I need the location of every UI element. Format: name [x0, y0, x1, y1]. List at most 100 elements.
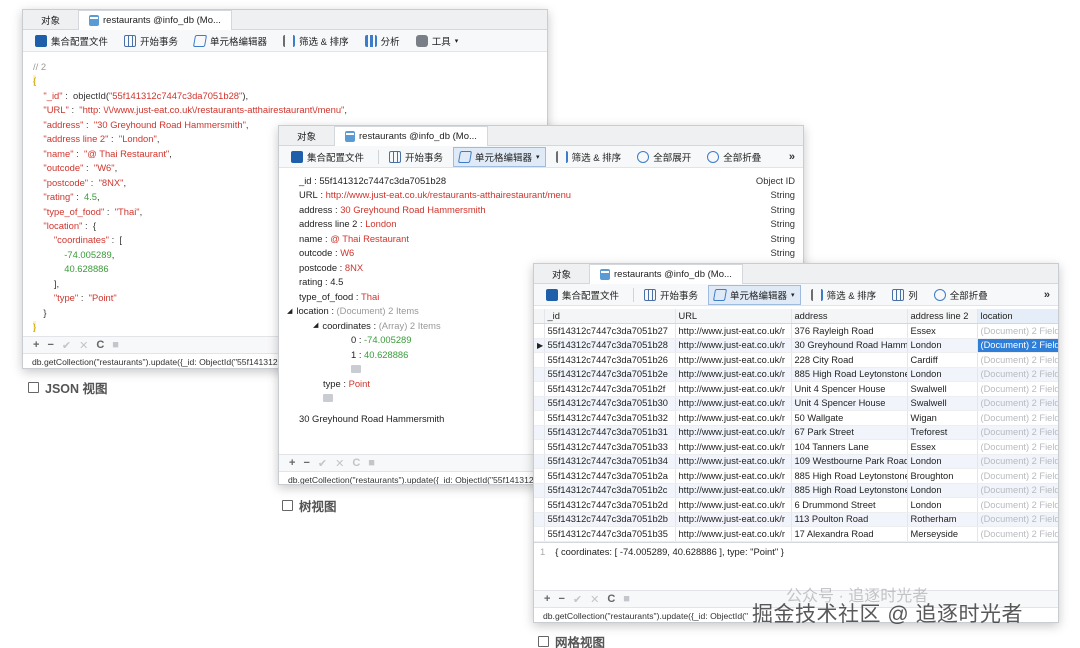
row-marker[interactable]	[534, 396, 545, 411]
table-row[interactable]: 55f14312c7447c3da7051b35 http://www.just-…	[534, 526, 1058, 542]
table-row[interactable]: 55f14312c7447c3da7051b2d http://www.just-…	[534, 497, 1058, 513]
table-cell[interactable]: 55f14312c7447c3da7051b33	[544, 439, 676, 455]
table-cell[interactable]: (Document) 2 Fields	[977, 396, 1058, 411]
table-cell[interactable]: (Document) 2 Fields	[977, 483, 1058, 498]
table-row[interactable]: 55f14312c7447c3da7051b2c http://www.just-…	[534, 483, 1058, 498]
table-cell[interactable]: Unit 4 Spencer House	[791, 396, 908, 411]
collection-profile-button[interactable]: 集合配置文件	[285, 147, 370, 167]
table-row[interactable]: 55f14312c7447c3da7051b2b http://www.just-…	[534, 512, 1058, 527]
tree-row[interactable]: outcode : W6 String	[279, 246, 803, 261]
collection-profile-button[interactable]: 集合配置文件	[540, 285, 625, 305]
analyze-button[interactable]: 分析	[359, 31, 406, 51]
table-cell[interactable]: London	[907, 367, 978, 382]
table-cell[interactable]: 55f14312c7447c3da7051b2f	[544, 381, 676, 397]
table-cell[interactable]: 55f14312c7447c3da7051b2b	[544, 512, 676, 527]
row-marker[interactable]	[534, 381, 545, 397]
expand-all-button[interactable]: 全部展开	[631, 147, 697, 167]
cancel-button[interactable]: ✕	[590, 593, 599, 606]
table-cell[interactable]: http://www.just-eat.co.uk/r	[675, 396, 792, 411]
table-row[interactable]: 55f14312c7447c3da7051b30 http://www.just-…	[534, 396, 1058, 411]
table-cell[interactable]: Swalwell	[907, 381, 978, 397]
table-cell[interactable]: http://www.just-eat.co.uk/r	[675, 352, 792, 368]
table-cell[interactable]: London	[907, 454, 978, 469]
table-row[interactable]: 55f14312c7447c3da7051b34 http://www.just-…	[534, 454, 1058, 469]
stop-button[interactable]: ■	[623, 593, 630, 605]
table-cell[interactable]: 885 High Road Leytonstone	[791, 468, 908, 484]
row-marker[interactable]	[534, 425, 545, 440]
table-cell[interactable]: http://www.just-eat.co.uk/r	[675, 454, 792, 469]
table-cell[interactable]: Treforest	[907, 425, 978, 440]
table-cell[interactable]: 55f14312c7447c3da7051b2a	[544, 468, 676, 484]
table-cell[interactable]: http://www.just-eat.co.uk/r	[675, 483, 792, 498]
table-row[interactable]: 55f14312c7447c3da7051b2e http://www.just-…	[534, 367, 1058, 382]
row-marker[interactable]	[534, 483, 545, 498]
table-cell[interactable]: (Document) 2 Fields	[977, 410, 1058, 426]
column-header[interactable]: URL	[675, 309, 792, 324]
more-icon[interactable]: »	[1044, 289, 1050, 301]
table-cell[interactable]: 55f14312c7447c3da7051b32	[544, 410, 676, 426]
table-cell[interactable]: Unit 4 Spencer House	[791, 381, 908, 397]
tree-row[interactable]: _id : 55f141312c7447c3da7051b28 Object ID	[279, 173, 803, 188]
table-cell[interactable]: (Document) 2 Fields	[977, 425, 1058, 440]
row-marker[interactable]	[534, 367, 545, 382]
apply-button[interactable]: ✔	[318, 457, 327, 470]
table-cell[interactable]: Merseyside	[907, 526, 978, 542]
row-marker[interactable]	[534, 468, 545, 484]
table-cell[interactable]: Wigan	[907, 410, 978, 426]
stop-button[interactable]: ■	[368, 457, 375, 469]
apply-button[interactable]: ✔	[573, 593, 582, 606]
row-marker[interactable]	[534, 526, 545, 542]
table-cell[interactable]: 55f14312c7447c3da7051b27	[544, 323, 676, 339]
stop-button[interactable]: ■	[112, 339, 119, 351]
table-cell[interactable]: http://www.just-eat.co.uk/r	[675, 497, 792, 513]
apply-button[interactable]: ✔	[62, 339, 71, 352]
table-cell[interactable]: 55f14312c7447c3da7051b30	[544, 396, 676, 411]
table-row[interactable]: 55f14312c7447c3da7051b2f http://www.just-…	[534, 381, 1058, 397]
table-cell[interactable]: 55f14312c7447c3da7051b26	[544, 352, 676, 368]
add-button[interactable]: +	[33, 339, 39, 351]
table-row[interactable]: 55f14312c7447c3da7051b32 http://www.just-…	[534, 410, 1058, 426]
table-cell[interactable]: http://www.just-eat.co.uk/r	[675, 410, 792, 426]
table-cell[interactable]: (Document) 2 Fields	[977, 468, 1058, 484]
column-header[interactable]: address	[791, 309, 908, 324]
table-cell[interactable]: (Document) 2 Fields	[977, 367, 1058, 382]
collapse-all-button[interactable]: 全部折叠	[701, 147, 767, 167]
filter-sort-button[interactable]: 筛选 & 排序	[805, 285, 883, 305]
collapse-arrow-icon[interactable]: ◢	[313, 321, 318, 329]
table-cell[interactable]: 104 Tanners Lane	[791, 439, 908, 455]
table-cell[interactable]: 55f14312c7447c3da7051b2e	[544, 367, 676, 382]
cell-editor-button[interactable]: 单元格编辑器	[188, 31, 273, 51]
begin-transaction-button[interactable]: 开始事务	[118, 31, 184, 51]
table-cell[interactable]: (Document) 2 Fields	[977, 454, 1058, 469]
columns-button[interactable]: 列	[886, 285, 924, 305]
row-marker[interactable]	[534, 512, 545, 527]
cell-editor-button[interactable]: 单元格编辑器 ▾	[453, 146, 546, 167]
tab-object[interactable]: 对象	[23, 10, 78, 29]
table-row[interactable]: 55f14312c7447c3da7051b33 http://www.just-…	[534, 439, 1058, 455]
filter-sort-button[interactable]: 筛选 & 排序	[277, 31, 355, 51]
table-cell[interactable]: Essex	[907, 323, 978, 339]
table-cell[interactable]: 109 Westbourne Park Road	[791, 454, 908, 469]
tree-row[interactable]: address line 2 : London String	[279, 217, 803, 232]
table-row[interactable]: 55f14312c7447c3da7051b31 http://www.just-…	[534, 425, 1058, 440]
table-cell[interactable]: Essex	[907, 439, 978, 455]
collapse-all-button[interactable]: 全部折叠	[928, 285, 994, 305]
column-header[interactable]: _id	[544, 309, 676, 324]
table-cell[interactable]: 67 Park Street	[791, 425, 908, 440]
table-cell[interactable]: 30 Greyhound Road Hamm	[791, 338, 908, 353]
table-cell[interactable]: http://www.just-eat.co.uk/r	[675, 338, 792, 353]
collection-profile-button[interactable]: 集合配置文件	[29, 31, 114, 51]
table-cell[interactable]: 885 High Road Leytonstone	[791, 483, 908, 498]
table-cell[interactable]: http://www.just-eat.co.uk/r	[675, 367, 792, 382]
refresh-button[interactable]: C	[352, 457, 360, 469]
tab-object[interactable]: 对象	[534, 264, 589, 283]
tree-row[interactable]: address : 30 Greyhound Road Hammersmith S…	[279, 202, 803, 217]
remove-button[interactable]: −	[303, 457, 309, 469]
row-marker[interactable]: ▶	[534, 338, 545, 353]
table-cell[interactable]: 17 Alexandra Road	[791, 526, 908, 542]
row-marker[interactable]	[534, 410, 545, 426]
table-cell[interactable]: http://www.just-eat.co.uk/r	[675, 323, 792, 339]
column-header[interactable]: address line 2	[907, 309, 978, 324]
table-cell[interactable]: (Document) 2 Fields	[977, 512, 1058, 527]
table-cell[interactable]: (Document) 2 Fields	[977, 352, 1058, 368]
